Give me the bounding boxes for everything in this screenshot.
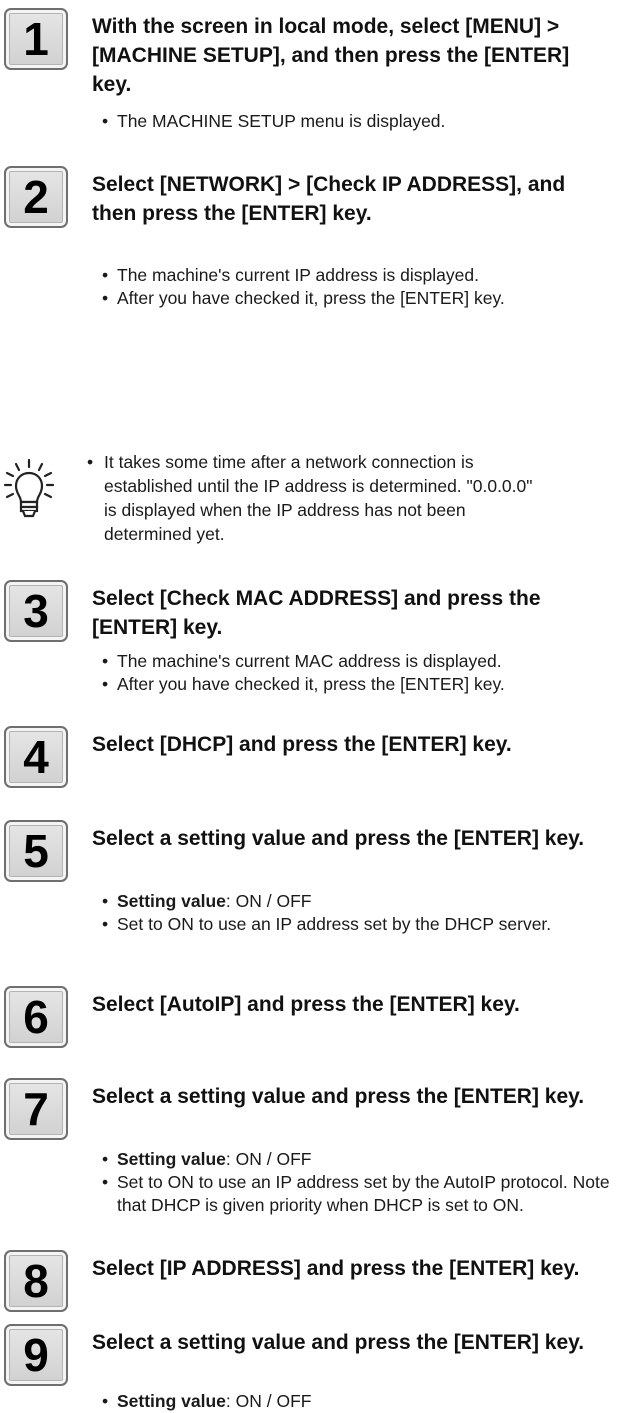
bullet-text: : ON / OFF: [225, 1149, 312, 1169]
bullet-text: The machine's current IP address is disp…: [117, 265, 479, 285]
step-title: Select [NETWORK] > [Check IP ADDRESS], a…: [92, 173, 566, 225]
bullet-item: Setting value: ON / OFF: [102, 890, 617, 913]
bullet-item: The machine's current MAC address is dis…: [102, 650, 617, 673]
step-bullets: The machine's current IP address is disp…: [102, 264, 617, 310]
note-text: It takes some time after a network conne…: [87, 450, 544, 546]
bullet-text: The machine's current MAC address is dis…: [117, 651, 502, 671]
step-bullets: The MACHINE SETUP menu is displayed.: [102, 110, 617, 133]
step-number-badge: 2: [4, 166, 68, 228]
bullet-item: The machine's current IP address is disp…: [102, 264, 617, 287]
step-title: Select [Check MAC ADDRESS] and press the…: [92, 587, 541, 639]
step-bullets: Setting value: ON / OFF Set to ON to use…: [102, 890, 617, 936]
step-title: Select [DHCP] and press the [ENTER] key.: [92, 733, 512, 756]
step-bullets: Setting value: ON / OFF Set to ON to use…: [102, 1148, 617, 1217]
bullet-item: Setting value: ON / OFF: [102, 1148, 617, 1171]
note-box: It takes some time after a network conne…: [0, 450, 619, 570]
bullet-item: After you have checked it, press the [EN…: [102, 673, 617, 696]
step-bullets: The machine's current MAC address is dis…: [102, 650, 617, 696]
bullet-text: Set to ON to use an IP address set by th…: [117, 914, 552, 934]
bullet-text: : ON / OFF: [225, 891, 312, 911]
step-title: Select a setting value and press the [EN…: [92, 827, 585, 850]
step-title: Select a setting value and press the [EN…: [92, 1331, 585, 1354]
lightbulb-icon: [4, 458, 54, 518]
manual-page: 1 With the screen in local mode, select …: [0, 0, 619, 1413]
bullet-text: After you have checked it, press the [EN…: [117, 674, 505, 694]
step-number-badge: 5: [4, 820, 68, 882]
bullet-item: Set to ON to use an IP address set by th…: [102, 1171, 617, 1217]
bullet-text: : ON / OFF: [225, 1391, 312, 1411]
bullet-item: Set to ON to use an IP address set by th…: [102, 913, 617, 936]
bullet-item: The MACHINE SETUP menu is displayed.: [102, 110, 617, 133]
step-bullets: Setting value: ON / OFF: [102, 1390, 617, 1413]
bullet-text: The MACHINE SETUP menu is displayed.: [117, 111, 446, 131]
bullet-label: Setting value: [117, 1149, 226, 1169]
step-number-badge: 4: [4, 726, 68, 788]
bullet-text: Set to ON to use an IP address set by th…: [117, 1172, 610, 1215]
step-number-badge: 9: [4, 1324, 68, 1386]
step-title: Select [IP ADDRESS] and press the [ENTER…: [92, 1257, 580, 1280]
bullet-label: Setting value: [117, 1391, 226, 1411]
step-number-badge: 6: [4, 986, 68, 1048]
step-title: Select a setting value and press the [EN…: [92, 1085, 585, 1108]
bullet-item: Setting value: ON / OFF: [102, 1390, 617, 1413]
step-number-badge: 8: [4, 1250, 68, 1312]
bullet-label: Setting value: [117, 891, 226, 911]
step-number-badge: 1: [4, 8, 68, 70]
step-number-badge: 7: [4, 1078, 68, 1140]
step-title: With the screen in local mode, select [M…: [92, 15, 570, 96]
step-title: Select [AutoIP] and press the [ENTER] ke…: [92, 993, 520, 1016]
step-number-badge: 3: [4, 580, 68, 642]
bullet-text: After you have checked it, press the [EN…: [117, 288, 505, 308]
bullet-item: After you have checked it, press the [EN…: [102, 287, 617, 310]
